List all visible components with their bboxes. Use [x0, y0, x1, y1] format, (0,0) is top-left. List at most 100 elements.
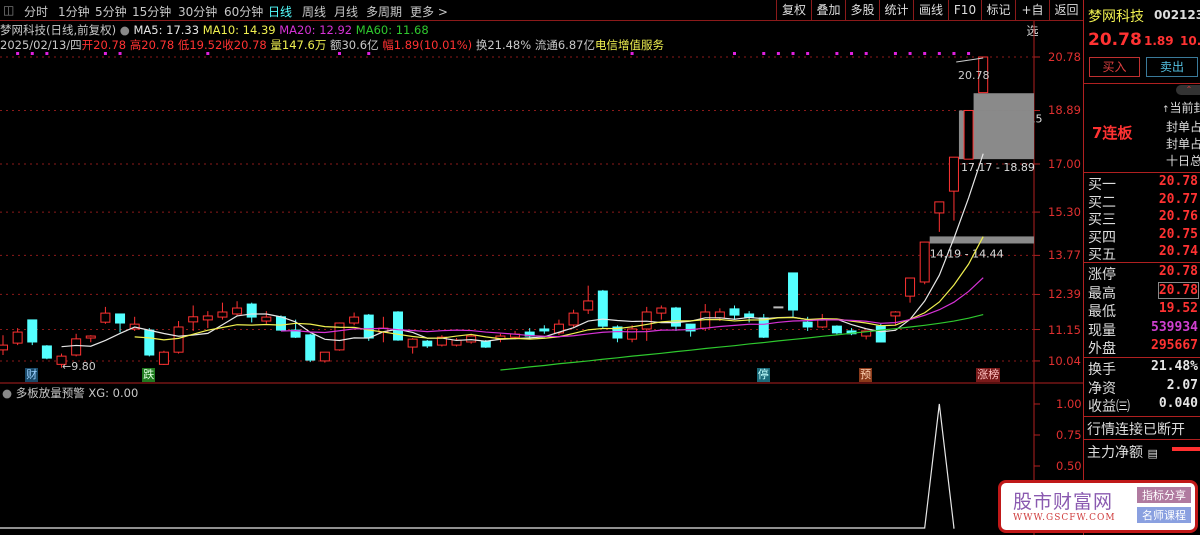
indicator-tick-label: 0.75 [1056, 428, 1082, 442]
kline-chart[interactable]: 18.89 - 19.517.17 - 18.8914.19 - 14.441.… [0, 0, 1083, 535]
row-value: 2.07 [1166, 377, 1198, 393]
signal-label: 预 [859, 368, 873, 382]
signal-dot [762, 52, 766, 55]
candle-body [305, 334, 316, 361]
candle-body [261, 316, 272, 322]
candle-body [744, 313, 755, 318]
quote-row: 最低 19.52 [1088, 301, 1200, 320]
signal-dot [118, 52, 122, 55]
stock-code: 002123 [1154, 8, 1200, 22]
row-label: 涨停 [1088, 267, 1116, 283]
candle-body [714, 311, 725, 319]
connection-status: 行情连接已断开 [1087, 422, 1185, 438]
quote-row: 净资 2.07 [1088, 377, 1200, 397]
quote-row: 买三 20.76 [1088, 209, 1200, 228]
candle-body [407, 338, 418, 348]
seal-info: ↑当前封 封单占 封单占 十日总 [1162, 101, 1200, 168]
buy-button[interactable]: 买入 [1089, 57, 1140, 77]
candle-body [173, 326, 184, 353]
gap-zone-label: 14.19 - 14.44 [930, 247, 1004, 260]
candle-body [188, 316, 199, 323]
row-label: 净资 [1088, 380, 1116, 397]
row-value: 295667 [1151, 338, 1198, 354]
ad-tag-share[interactable]: 指标分享 [1137, 487, 1191, 503]
indicator-value: XG: 0.00 [88, 386, 139, 400]
expand-tab-icon[interactable]: ⌃ [1176, 85, 1200, 95]
axis-tick-label: 17.00 [1048, 156, 1081, 171]
row-label: 现量 [1088, 322, 1116, 339]
row-value: 0.040 [1158, 396, 1198, 412]
row-value: 20.76 [1158, 209, 1198, 225]
signal-dot [30, 52, 34, 55]
candle-body [656, 307, 667, 314]
indicator-header: ● 多板放量预警 XG: 0.00 [2, 385, 138, 401]
signal-dot [864, 52, 868, 55]
row-label: 换手 [1088, 362, 1116, 378]
signal-dot [893, 52, 897, 55]
signal-dot [806, 52, 810, 55]
signal-dot [923, 52, 927, 55]
candle-body [583, 300, 594, 311]
candle-body [729, 308, 740, 316]
signal-dot [908, 52, 912, 55]
candle-body [466, 335, 477, 343]
signal-label: 停 [756, 368, 770, 382]
main-flow-label[interactable]: 主力净额 ▤ [1087, 442, 1158, 462]
candle-body [246, 303, 257, 318]
row-label: 收益㈢ [1088, 399, 1130, 416]
row-value: 20.75 [1158, 226, 1198, 242]
signal-dot [835, 52, 839, 55]
quote-row: 买二 20.77 [1088, 191, 1200, 211]
low-price-label: ←9.80 [62, 360, 96, 373]
signal-label: 跌 [142, 368, 156, 382]
candle-body [963, 109, 974, 160]
signal-dot [850, 52, 854, 55]
signal-label: 涨榜 [976, 368, 1001, 382]
quote-row: 涨停 20.78 [1088, 264, 1200, 283]
ad-banner[interactable]: 股市财富网 WWW.GSCFW.COM 指标分享 名师课程 [998, 480, 1198, 533]
row-value: 20.78 [1158, 264, 1198, 279]
candle-body [319, 351, 330, 362]
candle-body [831, 325, 842, 334]
candle-body [202, 315, 213, 321]
candle-body [670, 307, 681, 327]
sell-button[interactable]: 卖出 [1146, 57, 1198, 77]
quote-row: 现量 539934 [1088, 320, 1200, 339]
row-label: 最高 [1088, 285, 1116, 302]
candle-body [773, 306, 784, 309]
high-price-label: 20.78 [958, 69, 990, 82]
xg-line [0, 403, 955, 529]
candle-body [641, 311, 652, 330]
signal-dot [776, 52, 780, 55]
row-value: 19.52 [1158, 301, 1198, 317]
signal-dot [967, 52, 971, 55]
row-value: 20.78 [1157, 281, 1200, 299]
candle-body [144, 329, 155, 356]
signal-dot [45, 52, 49, 55]
indicator-tick-label: 1.00 [1056, 397, 1082, 411]
last-price: 20.78 [1088, 30, 1142, 50]
candle-body [41, 345, 52, 359]
quote-row: 最高 20.78 [1088, 281, 1200, 302]
candle-body [802, 321, 813, 328]
axis-tick-label: 15.30 [1048, 205, 1081, 220]
signal-dot [952, 52, 956, 55]
ad-tag-course[interactable]: 名师课程 [1137, 507, 1191, 523]
quote-row: 换手 21.48% [1088, 359, 1200, 378]
candle-body [363, 314, 374, 339]
candle-body [12, 331, 23, 344]
candle-body [158, 351, 169, 365]
main-flow-bar [1172, 447, 1200, 451]
collapse-icon[interactable]: ● [2, 386, 12, 400]
candle-body [349, 316, 360, 324]
signal-dot [791, 52, 795, 55]
axis-tick-label: 20.78 [1048, 50, 1081, 64]
signal-label: 财 [25, 368, 39, 382]
candle-body [905, 277, 916, 297]
candle-body [480, 340, 491, 348]
row-value: 20.77 [1158, 191, 1198, 207]
candle-body [539, 328, 550, 332]
list-icon: ▤ [1147, 447, 1158, 460]
axis-tick-label: 11.15 [1048, 322, 1081, 337]
quote-panel: 梦网科技 002123 20.78 1.89 10.0 买入 卖出 ⌃ 7连板 … [1083, 0, 1200, 535]
